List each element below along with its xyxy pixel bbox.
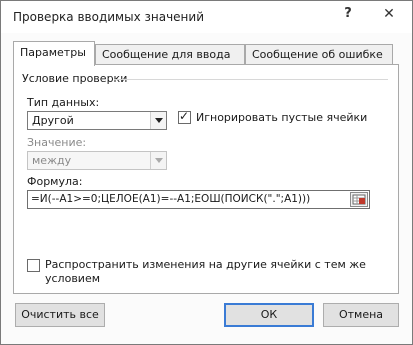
settings-panel: Условие проверки Тип данных: Другой Игно… — [13, 64, 399, 294]
ok-button[interactable]: ОК — [224, 303, 314, 327]
tab-error-alert[interactable]: Сообщение об ошибке — [245, 44, 393, 64]
formula-input[interactable]: =И(--A1>=0;ЦЕЛОЕ(A1)=--A1;ЕОШ(ПОИСК(".";… — [27, 190, 370, 209]
range-select-icon[interactable] — [350, 192, 368, 207]
close-button[interactable]: ✕ — [369, 2, 409, 26]
tab-settings[interactable]: Параметры — [13, 41, 95, 66]
data-validation-dialog: Проверка вводимых значений ? ✕ Параметры… — [0, 0, 413, 345]
tab-input-message[interactable]: Сообщение для ввода — [95, 44, 245, 64]
apply-all-label-line2[interactable]: условием — [45, 272, 100, 285]
data-type-label: Тип данных: — [27, 96, 100, 109]
dialog-title: Проверка вводимых значений — [13, 10, 204, 24]
section-divider — [114, 79, 388, 80]
clear-all-button[interactable]: Очистить все — [15, 303, 105, 327]
title-bar: Проверка вводимых значений ? ✕ — [1, 1, 412, 33]
cancel-button[interactable]: Отмена — [323, 303, 399, 327]
ignore-blank-label[interactable]: Игнорировать пустые ячейки — [196, 111, 367, 124]
formula-label: Формула: — [27, 175, 83, 188]
chevron-down-icon[interactable] — [150, 152, 166, 169]
apply-all-checkbox[interactable] — [27, 259, 40, 272]
help-button[interactable]: ? — [334, 2, 362, 26]
formula-value: =И(--A1>=0;ЦЕЛОЕ(A1)=--A1;ЕОШ(ПОИСК(".";… — [31, 193, 311, 205]
chevron-down-icon[interactable] — [150, 112, 166, 129]
apply-all-label-line1[interactable]: Распространить изменения на другие ячейк… — [45, 258, 366, 271]
value-select[interactable]: между — [27, 151, 167, 170]
section-title: Условие проверки — [22, 72, 128, 85]
value-value: между — [32, 154, 72, 167]
data-type-value: Другой — [32, 114, 74, 127]
ignore-blank-checkbox[interactable] — [178, 109, 191, 124]
value-label: Значение: — [27, 136, 87, 149]
data-type-select[interactable]: Другой — [27, 111, 167, 130]
